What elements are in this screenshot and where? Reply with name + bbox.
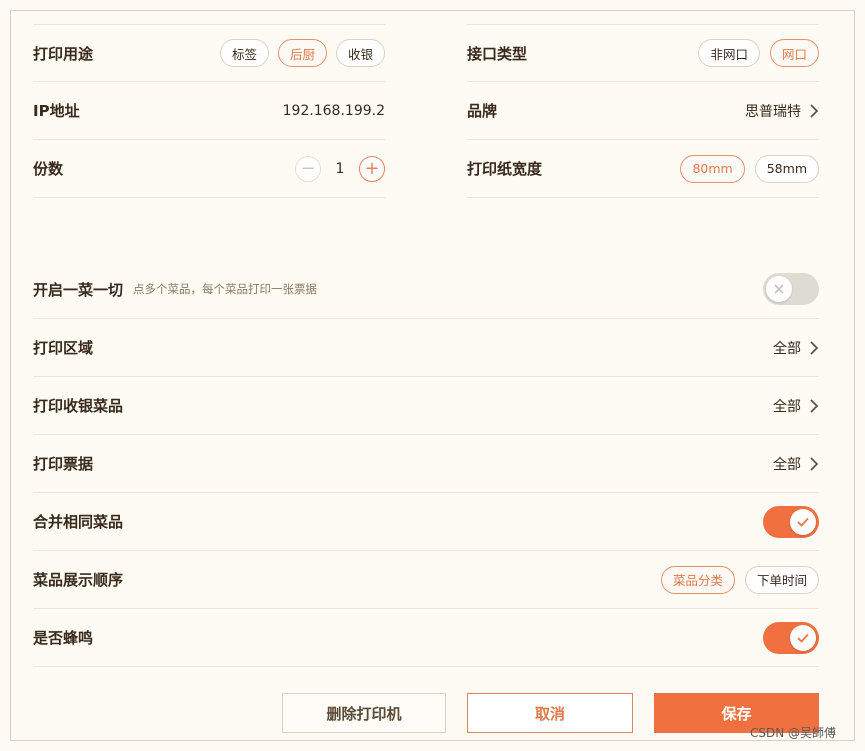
print-purpose-label: 打印用途 (33, 44, 94, 63)
paper-width-row: 打印纸宽度 80mm 58mm (467, 140, 819, 198)
knob (790, 508, 816, 535)
check-icon (797, 517, 809, 527)
ip-address-value[interactable]: 192.168.199.2 (283, 103, 385, 119)
close-icon (774, 284, 784, 294)
interface-option-ethernet[interactable]: 网口 (769, 39, 819, 67)
purpose-option-cashier[interactable]: 收银 (335, 39, 385, 67)
chevron-right-icon (810, 340, 819, 355)
print-purpose-row: 打印用途 标签 后厨 收银 (33, 25, 385, 82)
delete-printer-button[interactable]: 删除打印机 (282, 693, 446, 733)
order-option-order-time[interactable]: 下单时间 (744, 565, 819, 594)
merge-same-dishes-toggle[interactable] (763, 505, 819, 538)
minus-button[interactable]: − (295, 155, 321, 182)
print-cashier-dishes-row[interactable]: 打印收银菜品 全部 (33, 377, 819, 435)
one-dish-one-cut-toggle[interactable] (763, 273, 819, 305)
copies-label: 份数 (33, 160, 64, 178)
beep-toggle[interactable] (763, 621, 819, 654)
plus-button[interactable]: + (359, 155, 385, 182)
print-cashier-dishes-value: 全部 (773, 398, 801, 415)
copies-stepper: − 1 + (295, 155, 385, 182)
print-receipts-label: 打印票据 (33, 455, 94, 473)
print-area-row[interactable]: 打印区域 全部 (33, 319, 819, 377)
beep-label: 是否蜂鸣 (33, 629, 94, 647)
interface-type-label: 接口类型 (467, 44, 528, 63)
beep-row: 是否蜂鸣 (33, 609, 819, 667)
paper-width-option-80mm[interactable]: 80mm (680, 154, 745, 183)
print-cashier-dishes-label: 打印收银菜品 (33, 397, 124, 415)
knob (790, 624, 816, 651)
chevron-right-icon (810, 456, 819, 471)
copies-row: 份数 − 1 + (33, 140, 385, 198)
print-area-value: 全部 (773, 340, 801, 357)
one-dish-one-cut-hint: 点多个菜品，每个菜品打印一张票据 (133, 282, 318, 296)
purpose-option-label[interactable]: 标签 (219, 39, 269, 67)
ip-address-row[interactable]: IP地址 192.168.199.2 (33, 82, 385, 140)
interface-type-row: 接口类型 非网口 网口 (467, 25, 819, 82)
watermark: CSDN @吴師傅 (750, 726, 837, 740)
paper-width-option-58mm[interactable]: 58mm (754, 154, 819, 183)
knob (766, 276, 792, 302)
purpose-option-kitchen[interactable]: 后厨 (277, 39, 327, 67)
one-dish-one-cut-row: 开启一菜一切 点多个菜品，每个菜品打印一张票据 (33, 260, 819, 319)
ip-address-label: IP地址 (33, 102, 80, 120)
print-receipts-value: 全部 (773, 456, 801, 473)
check-icon (797, 633, 809, 643)
chevron-right-icon (810, 398, 819, 413)
paper-width-label: 打印纸宽度 (467, 160, 543, 178)
order-option-category[interactable]: 菜品分类 (660, 565, 735, 594)
copies-value: 1 (335, 160, 345, 177)
interface-option-non-ethernet[interactable]: 非网口 (698, 39, 760, 67)
dish-display-order-row: 菜品展示顺序 菜品分类 下单时间 (33, 551, 819, 609)
dish-display-order-label: 菜品展示顺序 (33, 571, 124, 589)
merge-same-dishes-label: 合并相同菜品 (33, 513, 124, 531)
merge-same-dishes-row: 合并相同菜品 (33, 493, 819, 551)
brand-label: 品牌 (467, 102, 498, 120)
cancel-button[interactable]: 取消 (467, 693, 633, 733)
brand-row[interactable]: 品牌 思普瑞特 (467, 82, 819, 140)
print-receipts-row[interactable]: 打印票据 全部 (33, 435, 819, 493)
brand-value: 思普瑞特 (745, 103, 801, 120)
one-dish-one-cut-label: 开启一菜一切 (33, 280, 124, 299)
chevron-right-icon (810, 103, 819, 118)
print-area-label: 打印区域 (33, 339, 94, 357)
